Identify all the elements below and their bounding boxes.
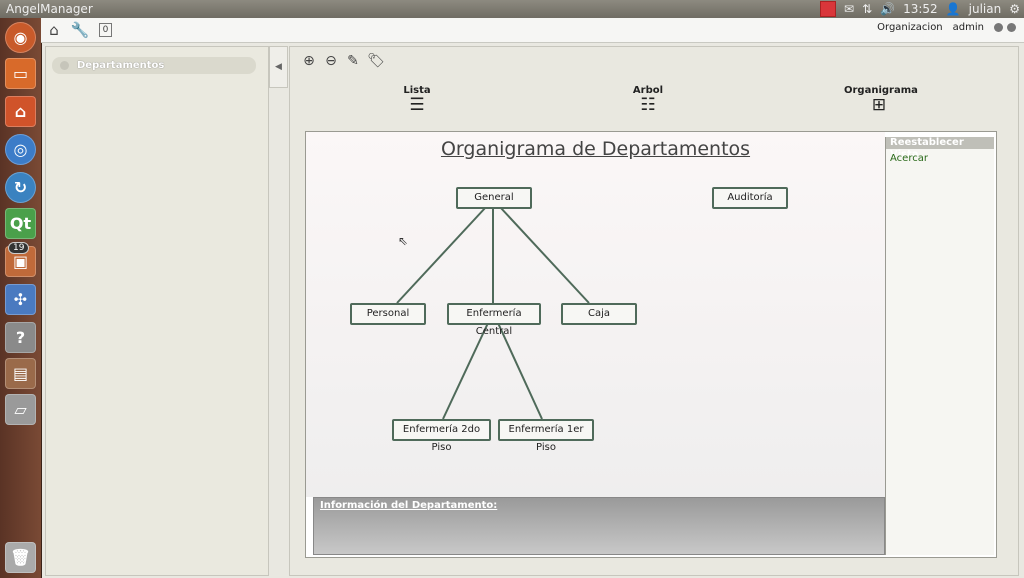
sidebar-item-departamentos[interactable]: Departamentos [52, 57, 256, 74]
list-icon: ☰ [409, 95, 425, 115]
edge-general-caja [499, 206, 590, 304]
clock[interactable]: 13:52 [903, 0, 938, 18]
system-tray: ✉ ⇅ 🔊 13:52 👤 julian ⚙ [820, 0, 1020, 18]
add-icon[interactable]: ⊕ [301, 53, 317, 69]
qt-creator-icon[interactable]: Qt [5, 208, 36, 239]
chromium-browser-icon[interactable]: ◎ [5, 134, 36, 165]
trash-icon[interactable]: 🗑 [5, 542, 36, 573]
org-chart-frame: Organigrama de Departamentos General Aud… [305, 131, 997, 558]
org-chart-title: Organigrama de Departamentos [440, 138, 751, 160]
department-info-title: Información del Departamento: [320, 500, 498, 511]
node-enfermeria-1er-piso[interactable]: Enfermería 1er Piso [498, 419, 594, 453]
left-panel: Departamentos [45, 46, 269, 576]
app-toolbar: ⌂ 🔧 0 Organizacion admin [41, 18, 1024, 43]
volume-icon[interactable]: 🔊 [880, 0, 895, 18]
bullet-icon [60, 61, 69, 70]
department-info-panel: Información del Departamento: [313, 497, 885, 555]
text-field-icon[interactable]: 0 [99, 23, 112, 37]
terminal-icon[interactable]: ▤ [5, 358, 36, 389]
organization-label[interactable]: Organizacion [877, 22, 943, 33]
network-icon[interactable]: ⇅ [862, 0, 872, 18]
sidebar-item-label: Departamentos [77, 60, 165, 71]
drive-icon[interactable]: ▱ [5, 394, 36, 425]
gear-icon[interactable]: ⚙ [1009, 0, 1020, 18]
admin-label[interactable]: admin [953, 22, 984, 33]
remove-icon[interactable]: ⊖ [323, 53, 339, 69]
node-enfermeria-2do-piso[interactable]: Enfermería 2do Piso [392, 419, 491, 453]
update-icon[interactable]: ↻ [5, 172, 36, 203]
close-icon[interactable] [1007, 23, 1016, 32]
wrench-icon[interactable]: 🔧 [69, 21, 91, 39]
notification-icon[interactable] [820, 1, 837, 17]
tree-icon: ☷ [640, 95, 656, 115]
user-icon[interactable]: 👤 [946, 0, 961, 18]
software-center-icon[interactable]: ⌂ [5, 96, 36, 127]
tab-arbol[interactable]: Arbol ☷ [632, 85, 664, 114]
org-chart-canvas[interactable]: Organigrama de Departamentos General Aud… [306, 132, 885, 497]
launcher-badge: 19 [8, 242, 30, 254]
node-auditoria[interactable]: Auditoría [712, 187, 788, 209]
package-icon[interactable]: 19 ▣ [5, 242, 36, 277]
files-folder-icon[interactable]: ▭ [5, 58, 36, 89]
node-caja[interactable]: Caja [561, 303, 637, 325]
user-name[interactable]: julian [969, 0, 1002, 18]
tag-icon[interactable]: 🏷 [367, 53, 385, 69]
node-personal[interactable]: Personal [350, 303, 426, 325]
mail-icon[interactable]: ✉ [844, 0, 854, 18]
network-tool-icon[interactable]: ✣ [5, 284, 36, 315]
edit-icon[interactable]: ✎ [345, 53, 361, 69]
home-icon[interactable]: ⌂ [45, 21, 63, 39]
reset-view-button[interactable]: Reestablecer Vista [886, 137, 994, 160]
node-general[interactable]: General [456, 187, 532, 209]
launcher: ◉ ▭ ⌂ ◎ ↻ Qt 19 ▣ ✣ ? ▤ ▱ 🗑 [0, 18, 42, 578]
minimize-icon[interactable] [994, 23, 1003, 32]
window-title: AngelManager [6, 2, 93, 16]
collapse-panel-button[interactable]: ◀ [269, 46, 288, 88]
node-enfermeria-central[interactable]: Enfermería Central [447, 303, 541, 337]
tab-organigrama[interactable]: Organigrama ⊞ [844, 85, 918, 115]
tab-lista[interactable]: Lista ☰ [402, 85, 432, 114]
org-chart-icon: ⊞ [871, 95, 887, 115]
main-area: ⊕ ⊖ ✎ 🏷 Lista ☰ Arbol ☷ Organigrama ⊞ Or… [289, 46, 1019, 576]
dash-home-icon[interactable]: ◉ [5, 22, 36, 53]
chevron-left-icon: ◀ [275, 62, 282, 72]
mouse-cursor-icon: ⇖ [398, 234, 409, 248]
view-side-panel: Reestablecer Vista Acercar [885, 137, 994, 555]
system-top-bar: AngelManager ✉ ⇅ 🔊 13:52 👤 julian ⚙ [0, 0, 1024, 18]
edge-general-personal [396, 206, 487, 304]
help-icon[interactable]: ? [5, 322, 36, 353]
